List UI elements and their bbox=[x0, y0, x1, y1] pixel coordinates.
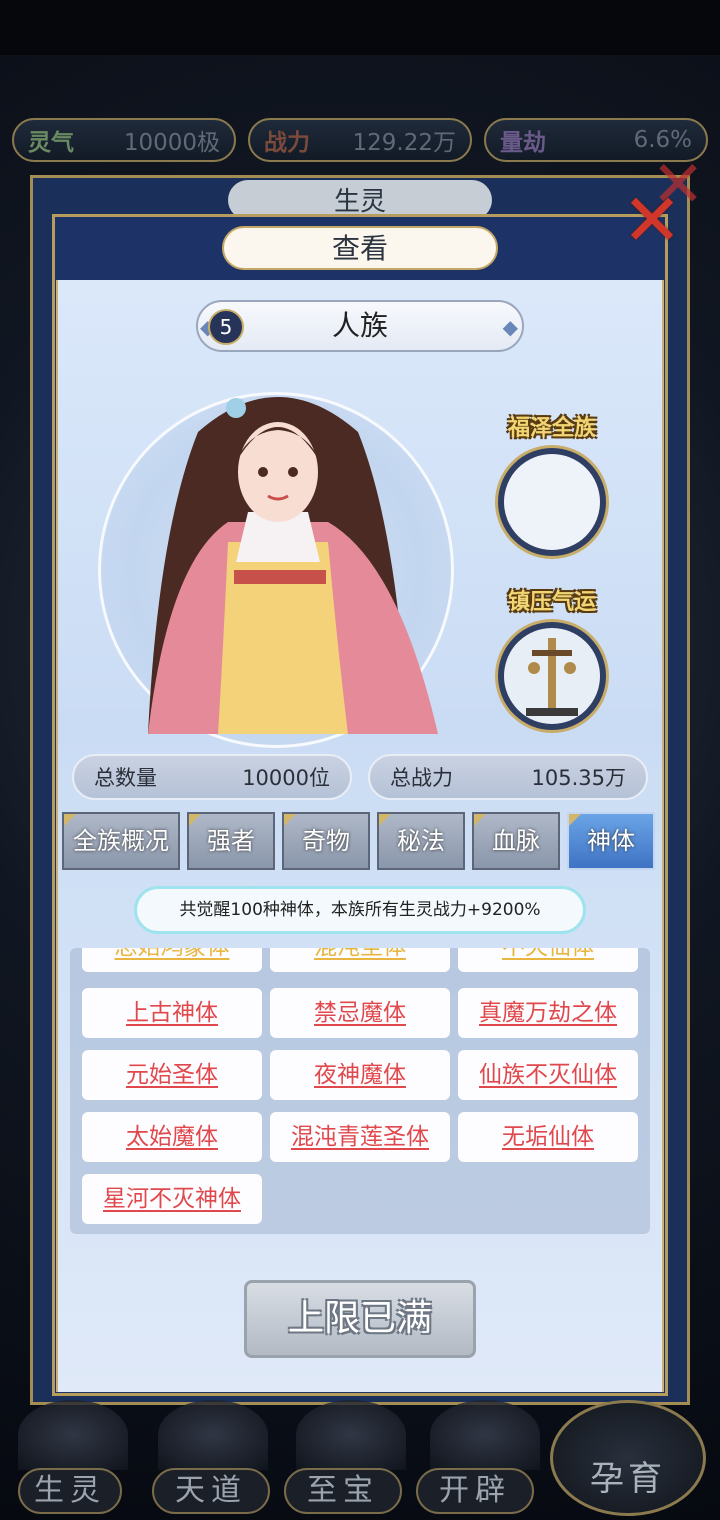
suppress-slot[interactable] bbox=[498, 622, 606, 730]
resource-label: 量劫 bbox=[500, 130, 546, 156]
suppress-label: 镇压气运 bbox=[507, 590, 596, 615]
resource-value: 10000极 bbox=[123, 130, 220, 156]
total-count-stat: 总数量 10000位 bbox=[72, 754, 352, 800]
nav-creatures[interactable]: 生灵 bbox=[18, 1468, 122, 1514]
nav-ornament bbox=[296, 1400, 406, 1470]
total-power-label: 总战力 bbox=[390, 766, 453, 790]
nav-ornament bbox=[430, 1400, 540, 1470]
tab-strongest[interactable]: 强者 bbox=[187, 812, 275, 870]
tab-treasures[interactable]: 奇物 bbox=[282, 812, 370, 870]
character-portrait bbox=[148, 397, 438, 734]
pagoda-icon bbox=[526, 638, 578, 716]
tab-overview[interactable]: 全族概况 bbox=[62, 812, 180, 870]
close-icon[interactable]: ✕ bbox=[620, 184, 684, 256]
resource-value: 129.22万 bbox=[352, 130, 456, 156]
resource-lingqi: 灵气 10000极 bbox=[12, 118, 236, 162]
list-item[interactable]: 混沌圣体 bbox=[270, 948, 450, 972]
list-item[interactable]: 总始鸿蒙体 bbox=[82, 948, 262, 972]
nav-ornament bbox=[158, 1400, 268, 1470]
list-item[interactable]: 元始圣体 bbox=[82, 1050, 262, 1100]
nav-nurture-label: 孕育 bbox=[590, 1459, 666, 1499]
resource-label: 灵气 bbox=[28, 130, 74, 156]
race-name: 人族 bbox=[331, 309, 388, 342]
total-count-label: 总数量 bbox=[94, 766, 157, 790]
list-item[interactable]: 太始魔体 bbox=[82, 1112, 262, 1162]
dialog-title: 查看 bbox=[222, 226, 498, 270]
nav-heaven-way[interactable]: 天道 bbox=[152, 1468, 270, 1514]
awaken-info: 共觉醒100种神体，本族所有生灵战力+9200% bbox=[134, 886, 586, 934]
list-item[interactable]: 真魔万劫之体 bbox=[458, 988, 638, 1038]
total-power-value: 105.35万 bbox=[531, 766, 626, 790]
race-selector[interactable]: ◆ 5 人族 ◆ bbox=[196, 300, 524, 352]
list-item[interactable]: 无垢仙体 bbox=[458, 1112, 638, 1162]
limit-reached-button[interactable]: 上限已满 bbox=[244, 1280, 476, 1358]
tab-divine-body[interactable]: 神体 bbox=[567, 812, 655, 870]
blessing-slot[interactable] bbox=[498, 448, 606, 556]
nav-creation[interactable]: 开辟 bbox=[416, 1468, 534, 1514]
list-item[interactable]: 星河不灭神体 bbox=[82, 1174, 262, 1224]
total-count-value: 10000位 bbox=[242, 766, 330, 790]
list-item[interactable]: 夜神魔体 bbox=[270, 1050, 450, 1100]
list-item[interactable]: 不灭仙体 bbox=[458, 948, 638, 972]
divine-body-list[interactable]: 总始鸿蒙体 混沌圣体 不灭仙体 上古神体 禁忌魔体 真魔万劫之体 元始圣体 夜神… bbox=[70, 948, 650, 1234]
tab-secret-arts[interactable]: 秘法 bbox=[377, 812, 465, 870]
total-power-stat: 总战力 105.35万 bbox=[368, 754, 648, 800]
tab-bloodline[interactable]: 血脉 bbox=[472, 812, 560, 870]
next-race-arrow-icon[interactable]: ◆ bbox=[503, 315, 518, 339]
nav-ornament bbox=[18, 1400, 128, 1470]
blessing-label: 福泽全族 bbox=[507, 416, 596, 441]
resource-power: 战力 129.22万 bbox=[248, 118, 472, 162]
list-item[interactable]: 禁忌魔体 bbox=[270, 988, 450, 1038]
resource-label: 战力 bbox=[264, 130, 310, 156]
list-item[interactable]: 上古神体 bbox=[82, 988, 262, 1038]
list-item[interactable]: 混沌青莲圣体 bbox=[270, 1112, 450, 1162]
nav-treasure[interactable]: 至宝 bbox=[284, 1468, 402, 1514]
nav-nurture[interactable]: 孕育 bbox=[550, 1400, 706, 1516]
list-item[interactable]: 仙族不灭仙体 bbox=[458, 1050, 638, 1100]
